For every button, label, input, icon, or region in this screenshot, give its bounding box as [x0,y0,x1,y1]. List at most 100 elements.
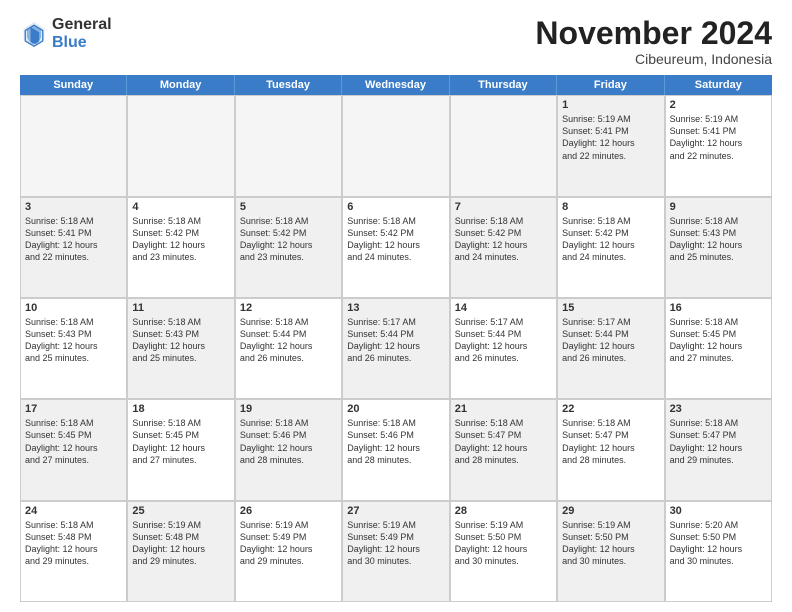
cal-cell: 23Sunrise: 5:18 AM Sunset: 5:47 PM Dayli… [665,399,772,500]
day-number: 26 [240,505,337,517]
cal-cell: 29 Sunrise: 5:19 AM Sunset: 5:50 PM Dayli… [557,501,664,602]
day-number: 4 [132,201,229,213]
weekday-monday: Monday [127,75,234,95]
logo-blue-text: Blue [52,34,112,52]
cal-cell: 17Sunrise: 5:18 AM Sunset: 5:45 PM Dayli… [20,399,127,500]
page: General Blue November 2024 Cibeureum, In… [0,0,792,612]
cell-info: Sunrise: 5:19 AM Sunset: 5:41 PM Dayligh… [670,113,767,162]
cal-cell [450,95,557,196]
cell-info: Sunrise: 5:17 AM Sunset: 5:44 PM Dayligh… [562,316,659,365]
weekday-tuesday: Tuesday [235,75,342,95]
cell-info: Sunrise: 5:18 AM Sunset: 5:46 PM Dayligh… [347,417,444,466]
cell-info: Sunrise: 5:18 AM Sunset: 5:47 PM Dayligh… [670,417,767,466]
cal-cell [127,95,234,196]
cal-cell: 13 Sunrise: 5:17 AM Sunset: 5:44 PM Dayli… [342,298,449,399]
cell-info: Sunrise: 5:18 AM Sunset: 5:43 PM Dayligh… [25,316,122,365]
cal-cell: 16 Sunrise: 5:18 AM Sunset: 5:45 PM Dayli… [665,298,772,399]
cal-cell: 26 Sunrise: 5:19 AM Sunset: 5:49 PM Dayli… [235,501,342,602]
cal-cell: 11 Sunrise: 5:18 AM Sunset: 5:43 PM Dayli… [127,298,234,399]
day-number: 30 [670,505,767,517]
cal-cell: 19 Sunrise: 5:18 AM Sunset: 5:46 PM Dayli… [235,399,342,500]
cal-cell: 28 Sunrise: 5:19 AM Sunset: 5:50 PM Dayli… [450,501,557,602]
cell-info: Sunrise: 5:18 AM Sunset: 5:42 PM Dayligh… [240,215,337,264]
cell-info: Sunrise: 5:18 AM Sunset: 5:45 PM Dayligh… [670,316,767,365]
cell-info: Sunrise: 5:19 AM Sunset: 5:50 PM Dayligh… [562,519,659,568]
day-number: 9 [670,201,767,213]
cal-cell: 18 Sunrise: 5:18 AM Sunset: 5:45 PM Dayli… [127,399,234,500]
cell-info: Sunrise: 5:18 AM Sunset: 5:47 PM Dayligh… [455,417,552,466]
cal-cell [235,95,342,196]
cal-cell: 15 Sunrise: 5:17 AM Sunset: 5:44 PM Dayli… [557,298,664,399]
day-number: 6 [347,201,444,213]
cal-cell: 22Sunrise: 5:18 AM Sunset: 5:47 PM Dayli… [557,399,664,500]
day-number: 22 [562,403,659,415]
cell-info: Sunrise: 5:17 AM Sunset: 5:44 PM Dayligh… [455,316,552,365]
day-number: 15 [562,302,659,314]
day-number: 1 [562,99,659,111]
weekday-saturday: Saturday [665,75,772,95]
cell-info: Sunrise: 5:19 AM Sunset: 5:50 PM Dayligh… [455,519,552,568]
cal-cell: 30 Sunrise: 5:20 AM Sunset: 5:50 PM Dayli… [665,501,772,602]
day-number: 27 [347,505,444,517]
cal-cell: 4 Sunrise: 5:18 AM Sunset: 5:42 PM Daylig… [127,197,234,298]
logo-text: General Blue [52,16,112,51]
title-block: November 2024 Cibeureum, Indonesia [535,16,772,67]
cell-info: Sunrise: 5:18 AM Sunset: 5:45 PM Dayligh… [132,417,229,466]
day-number: 29 [562,505,659,517]
cell-info: Sunrise: 5:19 AM Sunset: 5:48 PM Dayligh… [132,519,229,568]
cell-info: Sunrise: 5:19 AM Sunset: 5:49 PM Dayligh… [240,519,337,568]
day-number: 14 [455,302,552,314]
cell-info: Sunrise: 5:19 AM Sunset: 5:41 PM Dayligh… [562,113,659,162]
cell-info: Sunrise: 5:18 AM Sunset: 5:48 PM Dayligh… [25,519,122,568]
logo: General Blue [20,16,112,51]
day-number: 3 [25,201,122,213]
cal-cell: 2Sunrise: 5:19 AM Sunset: 5:41 PM Daylig… [665,95,772,196]
day-number: 24 [25,505,122,517]
logo-icon [20,20,48,48]
cell-info: Sunrise: 5:18 AM Sunset: 5:43 PM Dayligh… [132,316,229,365]
weekday-friday: Friday [557,75,664,95]
location: Cibeureum, Indonesia [535,51,772,67]
day-number: 7 [455,201,552,213]
cell-info: Sunrise: 5:20 AM Sunset: 5:50 PM Dayligh… [670,519,767,568]
day-number: 12 [240,302,337,314]
cell-info: Sunrise: 5:18 AM Sunset: 5:42 PM Dayligh… [562,215,659,264]
cal-cell: 3Sunrise: 5:18 AM Sunset: 5:41 PM Daylig… [20,197,127,298]
cal-cell: 20 Sunrise: 5:18 AM Sunset: 5:46 PM Dayli… [342,399,449,500]
cal-cell [342,95,449,196]
day-number: 16 [670,302,767,314]
cal-cell: 14 Sunrise: 5:17 AM Sunset: 5:44 PM Dayli… [450,298,557,399]
cal-cell: 9 Sunrise: 5:18 AM Sunset: 5:43 PM Daylig… [665,197,772,298]
cal-cell: 27 Sunrise: 5:19 AM Sunset: 5:49 PM Dayli… [342,501,449,602]
cell-info: Sunrise: 5:18 AM Sunset: 5:42 PM Dayligh… [132,215,229,264]
day-number: 21 [455,403,552,415]
cal-cell [20,95,127,196]
day-number: 25 [132,505,229,517]
day-number: 8 [562,201,659,213]
day-number: 19 [240,403,337,415]
cell-info: Sunrise: 5:18 AM Sunset: 5:44 PM Dayligh… [240,316,337,365]
cell-info: Sunrise: 5:19 AM Sunset: 5:49 PM Dayligh… [347,519,444,568]
cal-cell: 6 Sunrise: 5:18 AM Sunset: 5:42 PM Daylig… [342,197,449,298]
day-number: 20 [347,403,444,415]
day-number: 5 [240,201,337,213]
cal-cell: 7 Sunrise: 5:18 AM Sunset: 5:42 PM Daylig… [450,197,557,298]
day-number: 18 [132,403,229,415]
calendar-header: Sunday Monday Tuesday Wednesday Thursday… [20,75,772,95]
cell-info: Sunrise: 5:18 AM Sunset: 5:42 PM Dayligh… [347,215,444,264]
day-number: 28 [455,505,552,517]
cal-cell: 8 Sunrise: 5:18 AM Sunset: 5:42 PM Daylig… [557,197,664,298]
cal-cell: 1 Sunrise: 5:19 AM Sunset: 5:41 PM Daylig… [557,95,664,196]
cal-cell: 5 Sunrise: 5:18 AM Sunset: 5:42 PM Daylig… [235,197,342,298]
day-number: 13 [347,302,444,314]
calendar: Sunday Monday Tuesday Wednesday Thursday… [20,75,772,602]
weekday-wednesday: Wednesday [342,75,449,95]
cell-info: Sunrise: 5:18 AM Sunset: 5:43 PM Dayligh… [670,215,767,264]
cell-info: Sunrise: 5:18 AM Sunset: 5:42 PM Dayligh… [455,215,552,264]
day-number: 11 [132,302,229,314]
month-title: November 2024 [535,16,772,51]
cal-cell: 25 Sunrise: 5:19 AM Sunset: 5:48 PM Dayli… [127,501,234,602]
cell-info: Sunrise: 5:18 AM Sunset: 5:46 PM Dayligh… [240,417,337,466]
weekday-sunday: Sunday [20,75,127,95]
cell-info: Sunrise: 5:17 AM Sunset: 5:44 PM Dayligh… [347,316,444,365]
